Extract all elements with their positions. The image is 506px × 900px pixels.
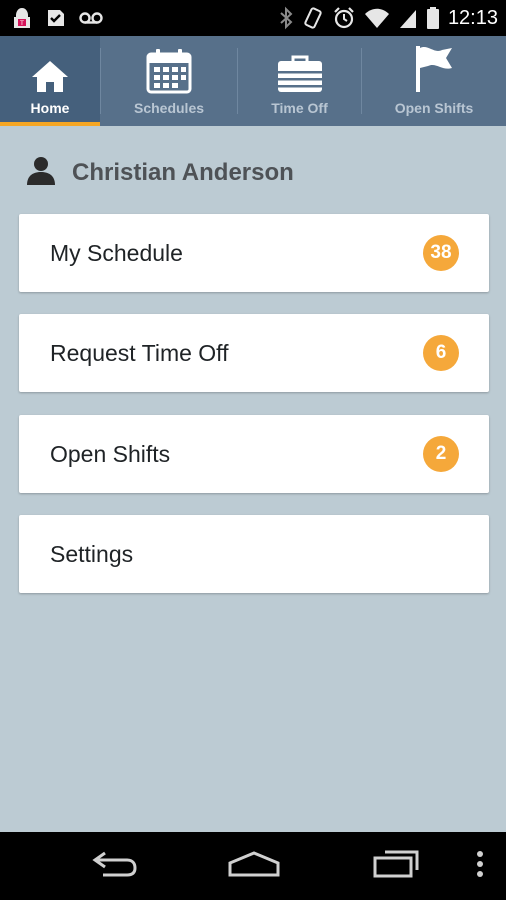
tab-home[interactable]: Home xyxy=(0,36,100,126)
svg-text:T: T xyxy=(19,20,24,27)
bluetooth-icon xyxy=(278,4,294,32)
check-badge-icon xyxy=(44,4,68,32)
flag-icon xyxy=(412,36,456,96)
voicemail-icon xyxy=(78,4,104,32)
status-bar: T 12:13 xyxy=(0,0,506,36)
tab-time-off-label: Time Off xyxy=(271,100,328,116)
recents-button[interactable] xyxy=(364,842,428,890)
back-icon xyxy=(89,849,139,884)
user-name: Christian Anderson xyxy=(72,159,294,186)
count-badge: 2 xyxy=(423,436,459,472)
tab-open-shifts[interactable]: Open Shifts xyxy=(362,36,506,126)
menu-item-label: Settings xyxy=(50,540,134,567)
home-nav-icon xyxy=(226,849,282,884)
status-bar-right: 12:13 xyxy=(278,4,498,32)
tab-bar: Home Schedules Time Off Open Shifts xyxy=(0,36,506,126)
overflow-menu-icon xyxy=(476,849,484,884)
menu-item-label: Request Time Off xyxy=(50,339,229,366)
menu-item-request-time-off[interactable]: Request Time Off 6 xyxy=(19,314,489,392)
count-badge: 38 xyxy=(423,235,459,271)
tab-schedules-label: Schedules xyxy=(133,100,205,116)
vibrate-icon xyxy=(302,4,324,32)
tab-home-label: Home xyxy=(30,100,70,116)
status-bar-left: T xyxy=(10,4,104,32)
alarm-icon xyxy=(332,4,356,32)
recents-icon xyxy=(371,848,421,885)
menu-item-settings[interactable]: Settings xyxy=(19,515,489,593)
home-icon xyxy=(30,36,70,96)
back-button[interactable] xyxy=(82,842,146,890)
battery-icon xyxy=(426,4,440,32)
menu-item-label: My Schedule xyxy=(50,239,183,266)
home-nav-button[interactable] xyxy=(222,842,286,890)
overflow-menu-button[interactable] xyxy=(466,842,494,890)
menu-item-open-shifts[interactable]: Open Shifts 2 xyxy=(19,415,489,493)
user-header: Christian Anderson xyxy=(26,152,294,194)
menu-item-my-schedule[interactable]: My Schedule 38 xyxy=(19,214,489,292)
signal-icon xyxy=(398,4,418,32)
wifi-icon xyxy=(364,4,390,32)
count-badge: 6 xyxy=(423,335,459,371)
tab-schedules[interactable]: Schedules xyxy=(101,36,237,126)
tab-open-shifts-label: Open Shifts xyxy=(394,100,474,116)
briefcase-icon xyxy=(276,36,324,96)
navigation-bar xyxy=(0,832,506,900)
person-icon xyxy=(26,156,56,191)
calendar-icon xyxy=(146,36,192,96)
menu-item-label: Open Shifts xyxy=(50,440,171,467)
tab-time-off[interactable]: Time Off xyxy=(238,36,361,126)
tmobile-icon: T xyxy=(10,4,34,32)
clock: 12:13 xyxy=(447,6,498,29)
